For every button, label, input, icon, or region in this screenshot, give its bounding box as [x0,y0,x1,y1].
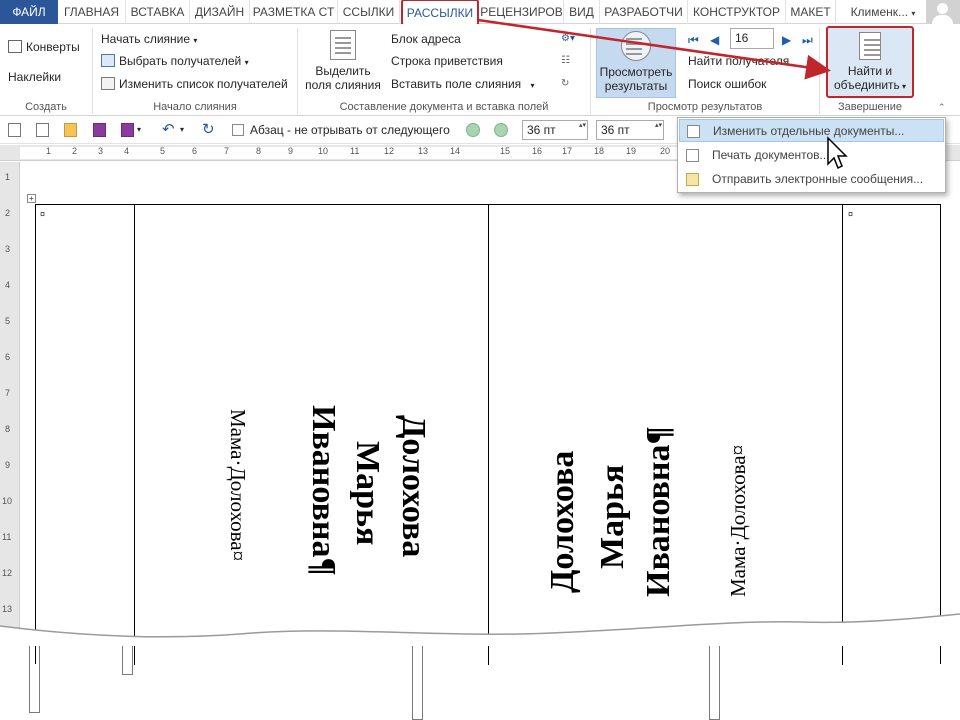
ruler-tick: 3 [98,146,104,156]
ruler-tick: 6 [5,352,11,362]
ruler-tick: 2 [5,208,11,218]
font-size-spinner[interactable]: 36 пт [596,120,664,140]
ruler-tick: 17 [562,146,573,156]
cell-border [842,205,843,665]
ruler-tick: 4 [5,280,11,290]
patronymic-text: Ивановна¶ [305,405,342,576]
chevron-down-icon[interactable]: ▾ [180,116,184,144]
ruler-tick: 9 [288,146,294,156]
ruler-tick: 20 [660,146,671,156]
undo-icon[interactable]: ↶ [162,116,175,144]
document-area[interactable]: + ¤ ¤ Мама·Долохова¤ Ивановна¶ Марья Дол… [21,162,960,665]
printer-icon [686,149,699,162]
new-document-icon[interactable] [8,123,21,137]
save-as-icon[interactable] [121,123,134,137]
ruler-tick: 4 [124,146,130,156]
surname-text: Долохова [544,450,581,593]
ruler-tick: 14 [450,146,461,156]
surname-text: Долохова [395,415,432,558]
new-document-icon[interactable] [36,123,49,137]
cell-border [134,205,135,665]
ruler-tick: 10 [2,496,13,506]
ruler-tick: 5 [160,146,166,156]
cell-end-mark: ¤ [40,209,46,219]
cell-border [488,205,489,665]
ruler-tick: 12 [2,568,13,578]
ruler-tick: 10 [318,146,329,156]
ruler-tick: 8 [5,424,11,434]
cell-end-mark: ¤ [848,209,854,219]
ruler-tick: 11 [350,146,360,156]
patronymic-text: Ивановна¶ [640,426,677,597]
ruler-tick: 18 [594,146,605,156]
ruler-tick: 7 [224,146,230,156]
save-icon[interactable] [93,123,106,137]
chevron-down-icon[interactable]: ▾ [137,116,141,144]
ruler-tick: 6 [192,146,198,156]
open-folder-icon[interactable] [64,123,77,137]
keep-with-next-checkbox[interactable] [232,124,244,136]
first-name-text: Марья [594,464,631,569]
circle-icon[interactable] [494,123,508,137]
finish-merge-menu: Изменить отдельные документы... Печать д… [677,117,946,193]
menu-item-edit-documents[interactable]: Изменить отдельные документы... [679,119,944,142]
menu-item-print-documents[interactable]: Печать документов... [679,144,944,167]
circle-icon[interactable] [466,123,480,137]
ruler-tick: 15 [500,146,511,156]
ruler-tick: 1 [46,146,52,156]
ruler-tick: 5 [5,316,11,326]
label-table: ¤ ¤ Мама·Долохова¤ Ивановна¶ Марья Долох… [35,204,941,665]
mouse-cursor-icon [827,136,848,170]
ruler-tick: 9 [5,460,11,470]
ruler-tick: 2 [72,146,78,156]
redo-icon[interactable]: ↻ [202,116,215,144]
first-name-text: Марья [349,441,386,546]
ruler-tick: 12 [384,146,395,156]
ruler-tick: 16 [532,146,543,156]
email-icon [686,173,699,186]
keep-with-next-label: Абзац - не отрывать от следующего [250,123,450,137]
ruler-tick: 3 [5,244,11,254]
ruler-tick: 8 [256,146,262,156]
vertical-ruler[interactable]: 1 2 3 4 5 6 7 8 9 10 11 12 13 [0,162,20,646]
table-move-handle-icon[interactable]: + [27,194,36,203]
ruler-tick: 1 [5,172,11,182]
ruler-tick: 11 [2,532,12,542]
ruler-tick: 13 [418,146,429,156]
font-size-spinner[interactable]: 36 пт [522,120,588,140]
caption-text: Мама·Долохова¤ [226,409,250,562]
edit-documents-icon [687,125,700,138]
menu-item-send-email[interactable]: Отправить электронные сообщения... [679,168,944,191]
torn-edge [0,613,960,646]
ruler-tick: 19 [626,146,637,156]
ruler-tick: 7 [5,388,11,398]
caption-text: Мама·Долохова¤ [726,444,750,597]
